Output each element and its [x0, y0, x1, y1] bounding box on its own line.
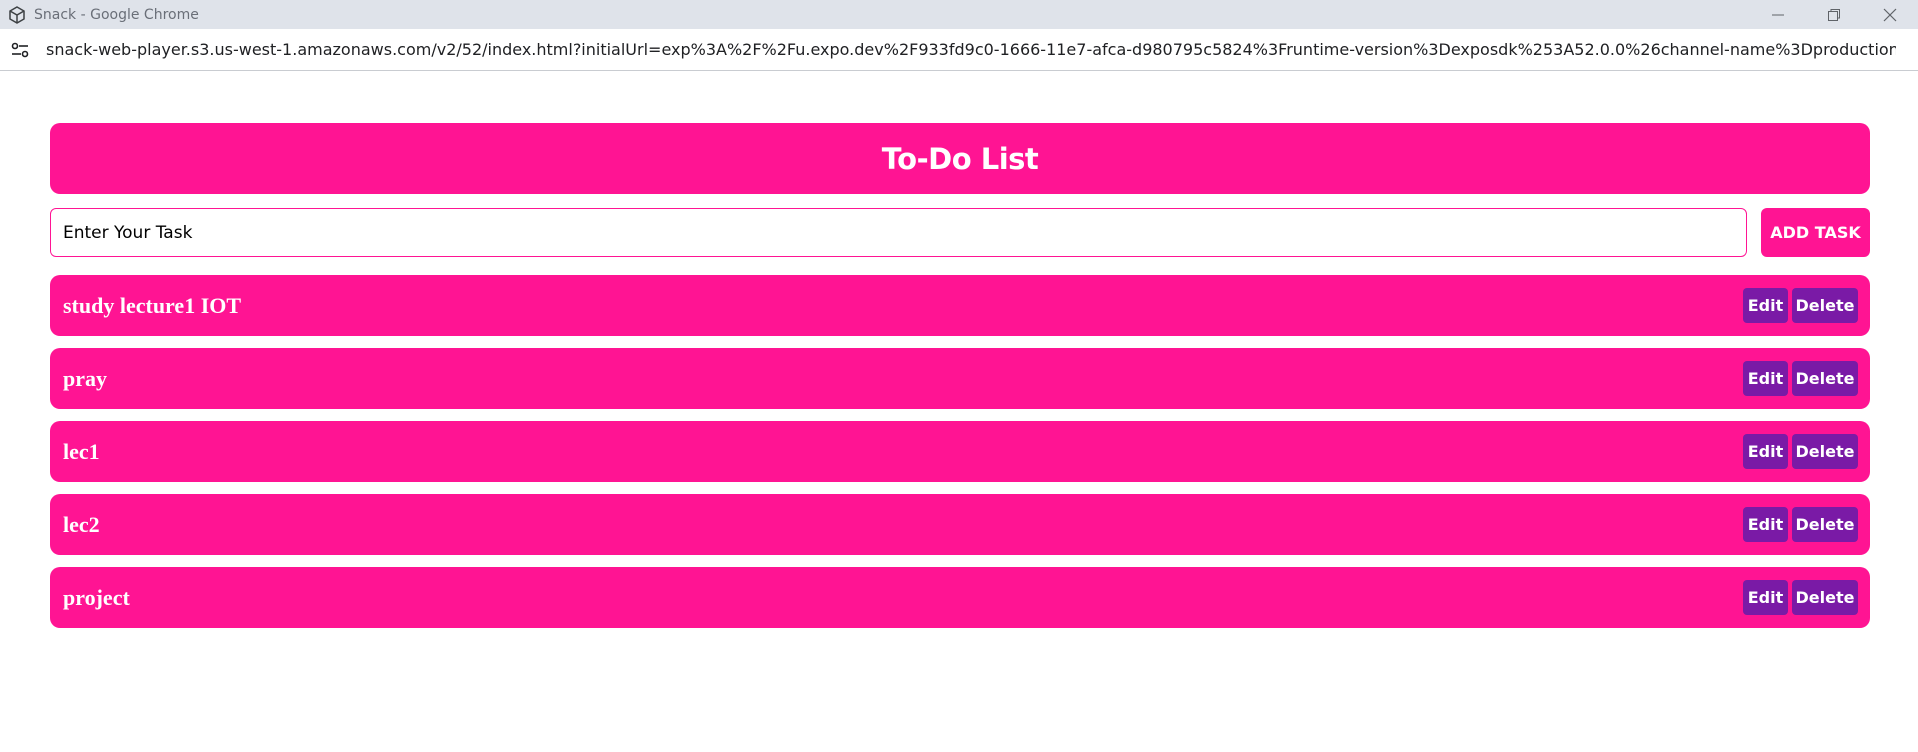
task-text: lec2 — [63, 511, 100, 537]
restore-button[interactable] — [1806, 0, 1862, 29]
close-button[interactable] — [1862, 0, 1918, 29]
address-bar: snack-web-player.s3.us-west-1.amazonaws.… — [0, 29, 1918, 71]
delete-button[interactable]: Delete — [1792, 288, 1858, 323]
task-item: project Edit Delete — [50, 567, 1870, 628]
minimize-icon — [1772, 14, 1784, 15]
tune-icon[interactable] — [8, 38, 32, 62]
delete-button[interactable]: Delete — [1792, 580, 1858, 615]
task-item: study lecture1 IOT Edit Delete — [50, 275, 1870, 336]
window-titlebar: Snack - Google Chrome — [0, 0, 1918, 29]
task-actions: Edit Delete — [1743, 361, 1858, 396]
task-input-row: ADD TASK — [50, 208, 1870, 257]
task-actions: Edit Delete — [1743, 580, 1858, 615]
delete-button[interactable]: Delete — [1792, 507, 1858, 542]
todo-app: To-Do List ADD TASK study lecture1 IOT E… — [50, 123, 1870, 640]
task-text: pray — [63, 365, 107, 391]
restore-icon — [1828, 8, 1840, 21]
page-title: To-Do List — [881, 141, 1039, 176]
app-header: To-Do List — [50, 123, 1870, 194]
edit-button[interactable]: Edit — [1743, 434, 1788, 469]
edit-button[interactable]: Edit — [1743, 580, 1788, 615]
edit-button[interactable]: Edit — [1743, 288, 1788, 323]
url-text[interactable]: snack-web-player.s3.us-west-1.amazonaws.… — [46, 40, 1896, 59]
add-task-button[interactable]: ADD TASK — [1761, 208, 1870, 257]
task-text: project — [63, 584, 130, 610]
task-actions: Edit Delete — [1743, 288, 1858, 323]
edit-button[interactable]: Edit — [1743, 361, 1788, 396]
task-actions: Edit Delete — [1743, 507, 1858, 542]
task-input[interactable] — [50, 208, 1747, 257]
delete-button[interactable]: Delete — [1792, 361, 1858, 396]
cube-icon — [8, 5, 26, 24]
task-actions: Edit Delete — [1743, 434, 1858, 469]
task-text: study lecture1 IOT — [63, 292, 242, 318]
window-controls — [1750, 0, 1918, 29]
task-text: lec1 — [63, 438, 100, 464]
task-item: lec2 Edit Delete — [50, 494, 1870, 555]
task-item: pray Edit Delete — [50, 348, 1870, 409]
minimize-button[interactable] — [1750, 0, 1806, 29]
close-icon — [1883, 8, 1897, 21]
task-item: lec1 Edit Delete — [50, 421, 1870, 482]
edit-button[interactable]: Edit — [1743, 507, 1788, 542]
delete-button[interactable]: Delete — [1792, 434, 1858, 469]
task-list: study lecture1 IOT Edit Delete pray Edit… — [50, 275, 1870, 628]
window-title: Snack - Google Chrome — [34, 6, 199, 23]
